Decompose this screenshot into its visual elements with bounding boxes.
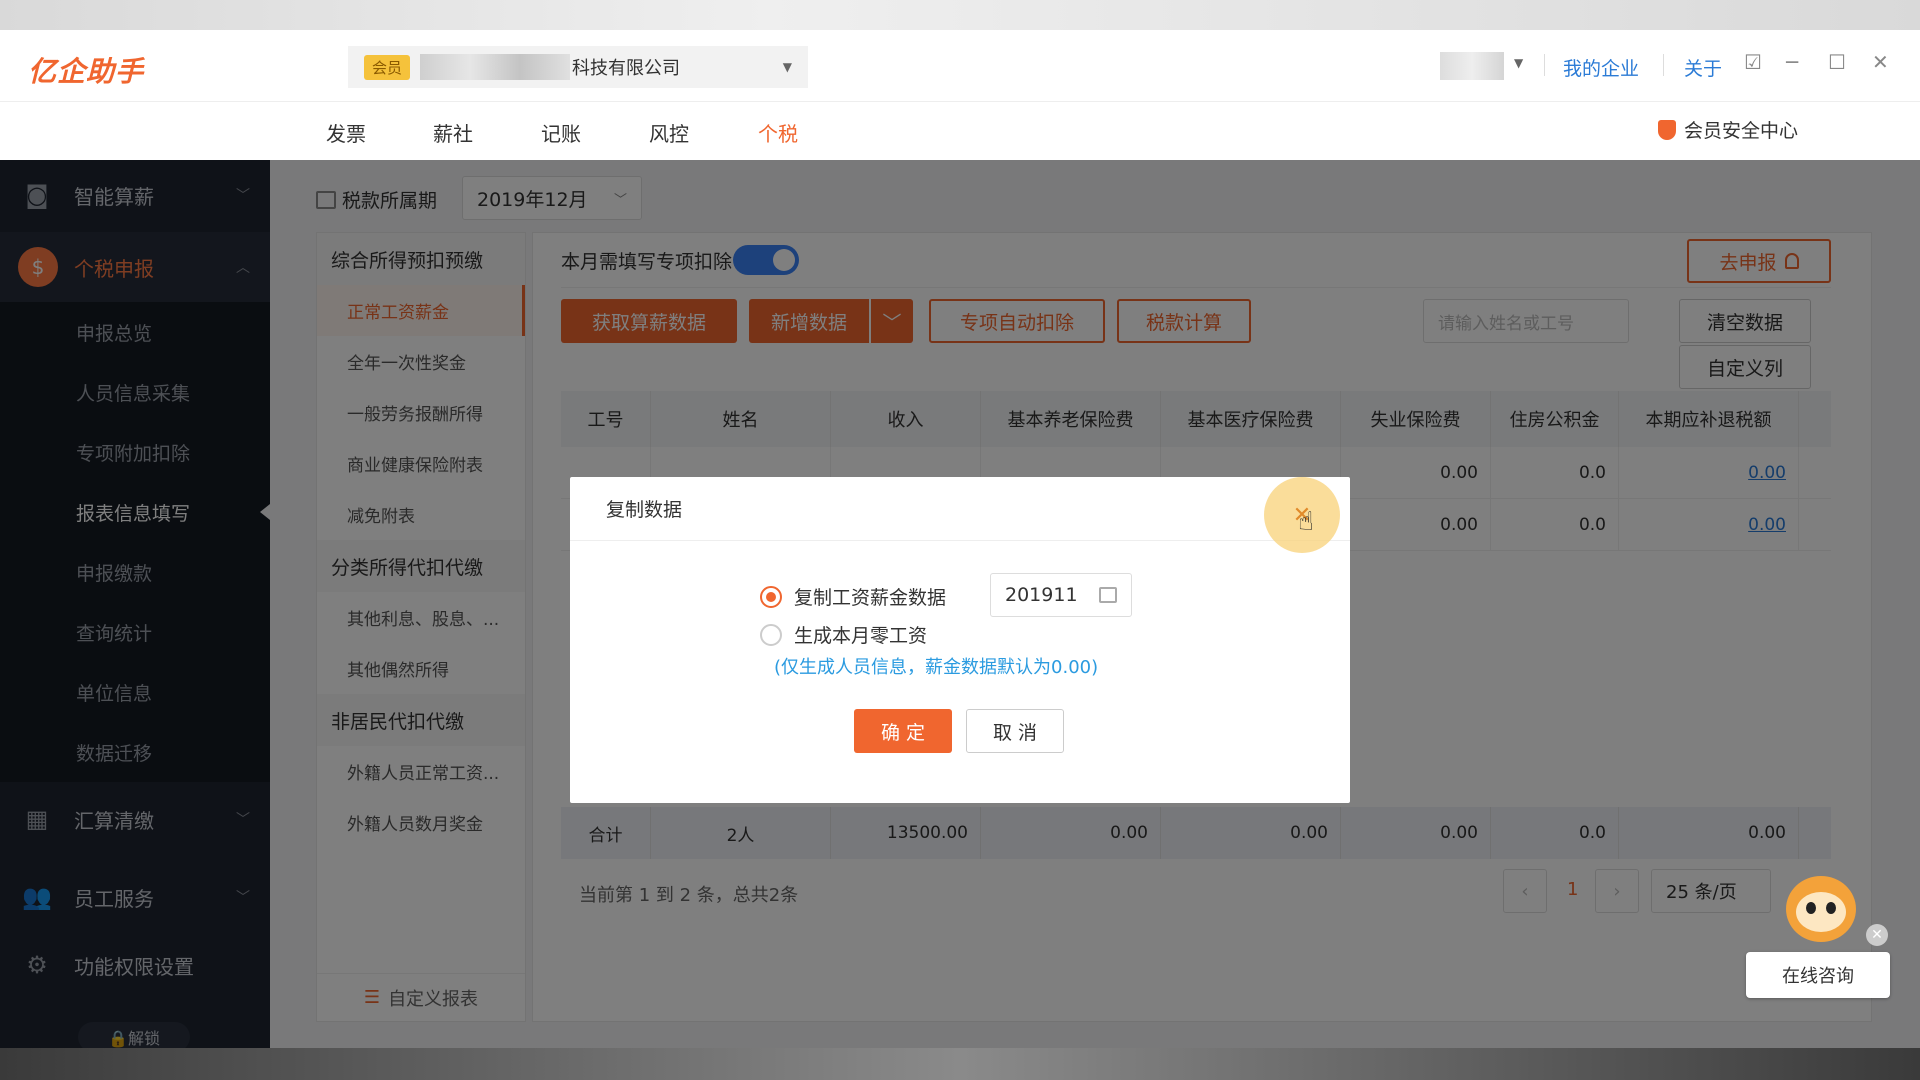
- mascot-icon[interactable]: [1780, 862, 1860, 946]
- option-copy-salary-label: 复制工资薪金数据: [794, 587, 947, 609]
- source-month-input[interactable]: 201911: [990, 573, 1132, 617]
- copy-data-dialog: 复制数据 ✕ ☝ 复制工资薪金数据 201911 生成本月零工资 (仅生成人员信…: [570, 477, 1350, 803]
- company-name-redacted: [420, 54, 571, 80]
- option-zero-salary[interactable]: 生成本月零工资: [760, 621, 927, 648]
- menu-item-risk-control[interactable]: 风控: [649, 118, 689, 147]
- option-copy-salary[interactable]: 复制工资薪金数据: [760, 583, 946, 610]
- company-name: 科技有限公司: [572, 58, 681, 79]
- consult-close-button[interactable]: ✕: [1866, 924, 1888, 946]
- mascot-eye: [1826, 902, 1836, 914]
- app-logo: 亿企助手: [28, 55, 145, 88]
- close-icon: ✕: [1871, 927, 1883, 943]
- app-window: 亿企助手 会员 科技有限公司 ▼ ▼ 我的企业 关于 ☑ ─ ☐ ✕ 发票 薪社…: [0, 30, 1920, 1052]
- user-avatar-redacted[interactable]: [1440, 52, 1504, 80]
- menu-item-salary-social[interactable]: 薪社: [433, 118, 473, 147]
- hand-cursor-icon: ☝: [1298, 507, 1314, 537]
- menu-item-personal-tax[interactable]: 个税: [758, 118, 798, 147]
- feedback-icon[interactable]: ☑: [1744, 50, 1762, 74]
- divider: [1663, 54, 1664, 76]
- radio-unchecked-icon[interactable]: [760, 623, 782, 646]
- maximize-icon[interactable]: ☐: [1828, 50, 1846, 74]
- mascot-face: [1796, 892, 1846, 932]
- screen-top-strip: [0, 0, 1920, 30]
- main-menu: 发票 薪社 记账 风控 个税 会员安全中心: [0, 102, 1920, 160]
- title-bar: 亿企助手 会员 科技有限公司 ▼ ▼ 我的企业 关于 ☑ ─ ☐ ✕: [0, 30, 1920, 102]
- security-center-link[interactable]: 会员安全中心: [1658, 116, 1798, 143]
- cancel-button[interactable]: 取 消: [966, 709, 1064, 753]
- my-company-link[interactable]: 我的企业: [1563, 54, 1639, 81]
- close-icon[interactable]: ✕: [1872, 50, 1889, 74]
- mascot-eye: [1806, 902, 1816, 914]
- minimize-icon[interactable]: ─: [1786, 50, 1798, 74]
- zero-salary-note: (仅生成人员信息，薪金数据默认为0.00): [774, 657, 1099, 678]
- menu-item-bookkeeping[interactable]: 记账: [541, 118, 581, 147]
- shield-icon: [1658, 119, 1676, 140]
- calendar-icon: [1099, 587, 1117, 603]
- chevron-down-icon[interactable]: ▼: [1514, 56, 1523, 70]
- about-link[interactable]: 关于: [1684, 54, 1722, 81]
- security-center-label: 会员安全中心: [1684, 120, 1799, 142]
- company-selector[interactable]: 会员 科技有限公司 ▼: [348, 46, 808, 88]
- menu-item-invoice[interactable]: 发票: [326, 118, 366, 147]
- confirm-button[interactable]: 确 定: [854, 709, 952, 753]
- member-badge: 会员: [364, 54, 411, 80]
- chevron-down-icon: ▼: [782, 60, 792, 74]
- screen-bottom-strip: [0, 1048, 1920, 1080]
- source-month-value: 201911: [1005, 584, 1078, 606]
- radio-checked-icon[interactable]: [760, 585, 782, 608]
- option-zero-salary-label: 生成本月零工资: [794, 625, 928, 647]
- dialog-title: 复制数据: [570, 477, 1350, 541]
- divider: [1544, 54, 1545, 76]
- online-consult-button[interactable]: 在线咨询: [1746, 952, 1890, 998]
